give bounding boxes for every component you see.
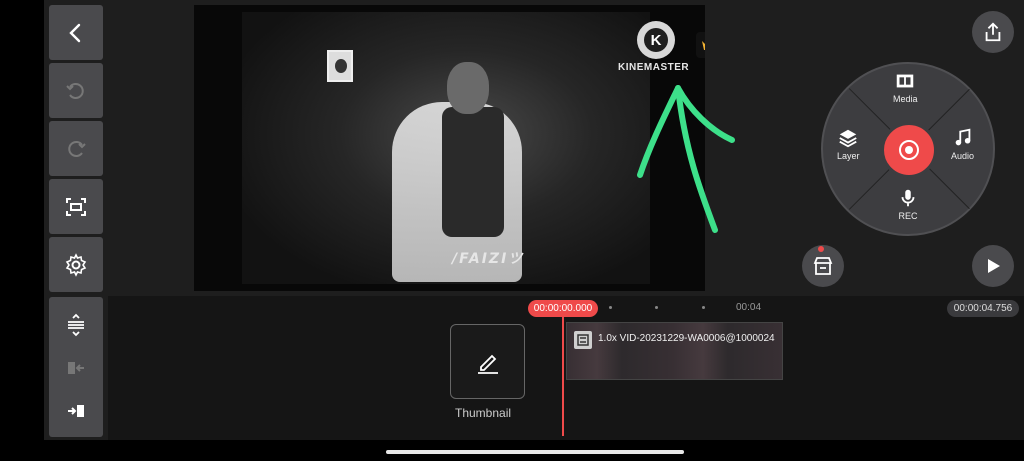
rec-label: REC: [898, 211, 918, 221]
pencil-icon: [477, 354, 498, 374]
microphone-icon: [901, 189, 915, 207]
fullscreen-icon: [66, 197, 86, 216]
undo-icon: [66, 82, 84, 99]
crown-icon: [702, 41, 705, 50]
video-overlay-text: /FAIZIツ: [452, 251, 525, 267]
share-icon: [985, 22, 1001, 42]
sticker-image: [327, 50, 353, 82]
back-button[interactable]: [49, 5, 103, 60]
jump-to-end-icon: [68, 404, 84, 417]
playhead[interactable]: [562, 316, 564, 436]
clip-label: 1.0x VID-20231229-WA0006@1000024: [598, 333, 775, 344]
notification-dot: [818, 246, 824, 252]
layers-icon: [839, 129, 857, 148]
ruler-tick: [655, 306, 658, 309]
audio-button[interactable]: Audio: [951, 127, 974, 161]
thumbnail-label: Thumbnail: [455, 406, 512, 420]
expand-vertical-icon: [68, 313, 84, 336]
rec-button[interactable]: REC: [897, 187, 919, 221]
capture-button[interactable]: [881, 122, 937, 178]
annotation-arrow: [637, 85, 735, 233]
audio-label: Audio: [951, 151, 975, 161]
export-button[interactable]: [972, 11, 1014, 53]
chevron-left-icon: [69, 23, 81, 42]
music-note-icon: [955, 128, 970, 146]
redo-button[interactable]: [49, 121, 103, 176]
ruler-tick: [702, 306, 705, 309]
layer-label: Layer: [837, 151, 860, 161]
clip-type-icon: [574, 331, 592, 349]
person-head: [447, 62, 489, 114]
jump-to-start-icon: [68, 361, 84, 374]
layer-button[interactable]: Layer: [837, 127, 860, 161]
total-duration: 00:00:04.756: [947, 300, 1019, 317]
media-label: Media: [893, 94, 918, 104]
home-indicator[interactable]: [386, 450, 684, 454]
remove-watermark-button[interactable]: [696, 32, 705, 58]
video-clip[interactable]: 1.0x VID-20231229-WA0006@1000024: [566, 322, 783, 380]
settings-button[interactable]: [49, 237, 103, 292]
kinemaster-logo: K: [637, 21, 675, 59]
asset-store-button[interactable]: [802, 245, 844, 287]
ruler-label: 00:04: [736, 302, 762, 313]
jump-end-button[interactable]: [49, 384, 103, 437]
ruler-tick: [609, 306, 612, 309]
current-time: 00:00:00.000: [528, 300, 598, 317]
gear-icon: [65, 252, 87, 277]
thumbnail-button[interactable]: [450, 324, 525, 399]
video-frame: /FAIZIツ: [242, 12, 650, 284]
media-button[interactable]: Media: [893, 70, 918, 104]
film-icon: [897, 74, 914, 88]
redo-icon: [68, 140, 86, 157]
media-wheel: Media Layer Audio REC: [821, 62, 995, 236]
clip-frames: [567, 323, 782, 379]
store-icon: [813, 257, 833, 275]
play-button[interactable]: [972, 245, 1014, 287]
fullscreen-button[interactable]: [49, 179, 103, 234]
person-shirt: [442, 107, 504, 237]
camera-shutter-icon: [899, 140, 919, 160]
play-icon: [988, 259, 1000, 273]
undo-button[interactable]: [49, 63, 103, 118]
